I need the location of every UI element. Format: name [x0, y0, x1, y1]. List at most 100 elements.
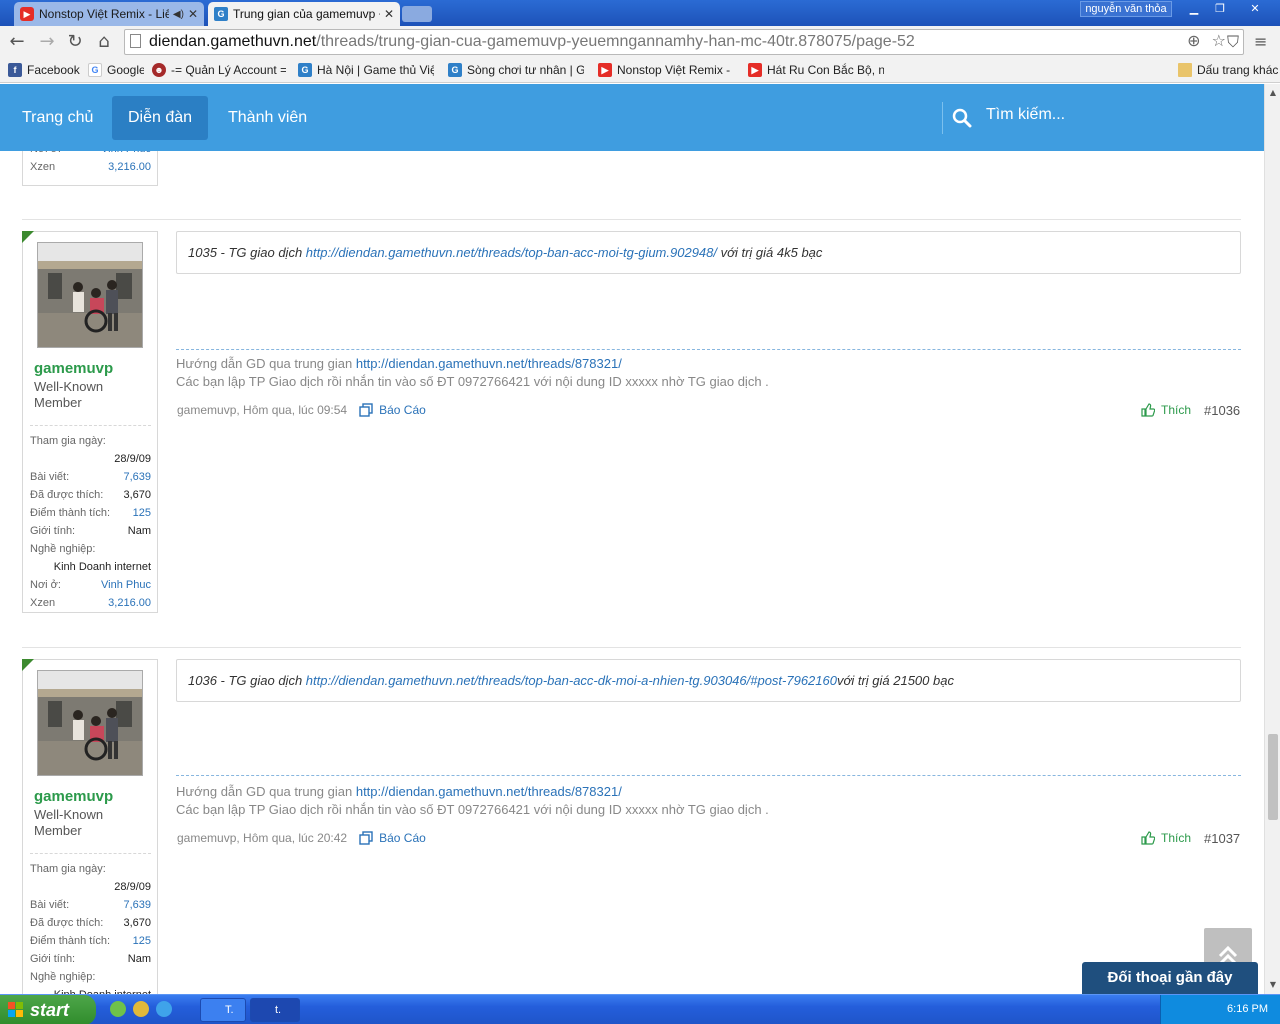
tab-title: Nonstop Việt Remix - Liên — [39, 7, 169, 21]
scrollbar-thumb[interactable] — [1268, 734, 1278, 820]
google-icon: G — [88, 63, 102, 77]
taskbar-item-chrome[interactable]: T. — [200, 998, 246, 1022]
home-icon[interactable]: ⌂ — [93, 32, 115, 52]
report-button[interactable]: Báo Cáo — [359, 403, 426, 417]
report-icon — [359, 403, 373, 417]
tab-nonstop-viet-remix[interactable]: ▶ Nonstop Việt Remix - Liên ◀) ✕ — [14, 2, 204, 26]
post-author-date[interactable]: gamemuvp, Hôm qua, lúc 09:54 — [177, 403, 347, 417]
close-window-icon[interactable]: ✕ — [1232, 1, 1278, 17]
user-title: Well-Known Member — [34, 379, 104, 410]
stat-value[interactable]: 7,639 — [123, 468, 151, 486]
reload-icon[interactable]: ↻ — [64, 32, 86, 52]
chrome-icon[interactable] — [133, 1001, 149, 1017]
signature-text: Các bạn lập TP Giao dịch rồi nhắn tin và… — [176, 802, 769, 817]
shield-extension-icon[interactable]: ⛉ — [1222, 32, 1244, 52]
restore-icon[interactable]: ❐ — [1208, 1, 1232, 17]
omnibox-icons: ⊕ ☆ — [1187, 31, 1226, 50]
page-scrollbar[interactable]: ▲ ▼ — [1264, 84, 1280, 994]
post-author-date[interactable]: gamemuvp, Hôm qua, lúc 20:42 — [177, 831, 347, 845]
tab-title: Trung gian của gamemuvp + — [233, 7, 380, 21]
bookmark-google[interactable]: G Google — [88, 62, 144, 78]
user-title: Well-Known Member — [34, 807, 104, 838]
post-text: với trị giá 4k5 bạc — [717, 245, 823, 260]
report-button[interactable]: Báo Cáo — [359, 831, 426, 845]
bookmark-label: -= Quản Lý Account =- — [171, 63, 286, 77]
stat-value[interactable]: 125 — [133, 504, 151, 522]
youtube-icon: ▶ — [20, 7, 34, 21]
bookmark-label: Nonstop Việt Remix - Liê — [617, 63, 734, 77]
stat-value[interactable]: 3,216.00 — [108, 594, 151, 612]
close-tab-icon[interactable]: ✕ — [188, 7, 198, 21]
speaker-icon[interactable]: ◀) — [173, 9, 184, 20]
post-text: 1036 - TG giao dịch — [188, 673, 306, 688]
site-navbar: Trang chủ Diễn đàn Thành viên Tìm kiếm..… — [0, 84, 1264, 151]
ie-icon[interactable] — [156, 1001, 172, 1017]
stat-xzen: Xzen 3,216.00 — [30, 594, 151, 612]
system-tray: 6:16 PM — [1160, 995, 1280, 1024]
post-number[interactable]: #1036 — [1204, 403, 1240, 418]
search-icon[interactable] — [952, 108, 972, 128]
stat-job: Nghề nghiệp: — [30, 540, 151, 558]
post-number[interactable]: #1037 — [1204, 831, 1240, 846]
avatar[interactable] — [37, 670, 143, 776]
recent-conversations-button[interactable]: Đối thoại gần đây — [1082, 962, 1258, 994]
other-bookmarks[interactable]: Dấu trang khác — [1178, 62, 1278, 78]
nav-forum[interactable]: Diễn đàn — [112, 96, 209, 140]
profile-name-button[interactable]: nguyễn văn thỏa — [1080, 1, 1172, 17]
online-indicator — [22, 659, 34, 671]
back-icon[interactable]: ← — [6, 32, 28, 52]
scroll-down-icon[interactable]: ▼ — [1268, 980, 1278, 989]
stat-value: Kinh Doanh internet — [54, 986, 151, 994]
taskbar-item-app[interactable]: t. — [250, 998, 300, 1022]
post-separator — [22, 219, 1241, 220]
stat-value[interactable]: 7,639 — [123, 896, 151, 914]
page-viewport: Trang chủ Diễn đàn Thành viên Tìm kiếm..… — [0, 84, 1264, 994]
like-button[interactable]: Thích — [1141, 403, 1191, 417]
bookmark-hat-ru[interactable]: ▶ Hát Ru Con Bắc Bộ, nhữ — [748, 62, 884, 78]
forward-icon[interactable]: → — [36, 32, 58, 52]
stat-label: Tham gia ngày: — [30, 863, 106, 875]
signature-link[interactable]: http://diendan.gamethuvn.net/threads/878… — [356, 356, 622, 371]
nav-home[interactable]: Trang chủ — [6, 96, 109, 140]
bookmark-ha-noi[interactable]: G Hà Nội | Game thủ Việt N — [298, 62, 434, 78]
clock[interactable]: 6:16 PM — [1227, 1003, 1268, 1015]
stat-label: Bài viết: — [30, 899, 70, 911]
stat-value[interactable]: 125 — [133, 932, 151, 950]
search-input[interactable]: Tìm kiếm... — [986, 106, 1065, 124]
bookmark-nonstop[interactable]: ▶ Nonstop Việt Remix - Liê — [598, 62, 734, 78]
stat-value: Nam — [127, 525, 151, 537]
report-label: Báo Cáo — [379, 831, 426, 845]
stat-job-value: Kinh Doanh internet — [30, 986, 151, 994]
signature-link[interactable]: http://diendan.gamethuvn.net/threads/878… — [356, 784, 622, 799]
stat-label: Giới tính: — [30, 953, 76, 965]
post-link[interactable]: http://diendan.gamethuvn.net/threads/top… — [306, 673, 837, 688]
bookmark-song-choi[interactable]: G Sòng chơi tư nhân | Gam — [448, 62, 584, 78]
start-button[interactable]: start — [0, 995, 96, 1024]
username[interactable]: gamemuvp — [34, 788, 113, 805]
stat-value[interactable]: Vinh Phuc — [101, 576, 151, 594]
bookmark-account[interactable]: ☻ -= Quản Lý Account =- — [152, 62, 286, 78]
address-bar[interactable]: diendan.gamethuvn.net/threads/trung-gian… — [124, 29, 1244, 55]
start-label: start — [30, 1000, 70, 1020]
signature-text: Hướng dẫn GD qua trung gian — [176, 784, 356, 799]
thumbs-up-icon — [1141, 831, 1155, 845]
avatar[interactable] — [37, 242, 143, 348]
signature-text: Hướng dẫn GD qua trung gian — [176, 356, 356, 371]
stat-value[interactable]: 3,216.00 — [108, 158, 151, 176]
bookmark-label: Google — [107, 63, 144, 77]
new-tab-button[interactable] — [402, 6, 432, 22]
zoom-icon[interactable]: ⊕ — [1187, 31, 1200, 50]
username[interactable]: gamemuvp — [34, 360, 113, 377]
stat-label: Nghề nghiệp: — [30, 543, 96, 555]
quicklaunch-icon[interactable] — [110, 1001, 126, 1017]
stat-xzen: Xzen 3,216.00 — [30, 158, 151, 176]
minimize-icon[interactable]: ▁ — [1182, 1, 1206, 17]
like-button[interactable]: Thích — [1141, 831, 1191, 845]
scroll-up-icon[interactable]: ▲ — [1268, 88, 1278, 97]
tab-trung-gian[interactable]: G Trung gian của gamemuvp + ✕ — [208, 2, 400, 26]
post-link[interactable]: http://diendan.gamethuvn.net/threads/top… — [306, 245, 717, 260]
nav-members[interactable]: Thành viên — [212, 96, 323, 140]
bookmark-facebook[interactable]: f Facebook — [8, 62, 80, 78]
close-tab-icon[interactable]: ✕ — [384, 7, 394, 21]
menu-icon[interactable]: ≡ — [1254, 32, 1272, 51]
